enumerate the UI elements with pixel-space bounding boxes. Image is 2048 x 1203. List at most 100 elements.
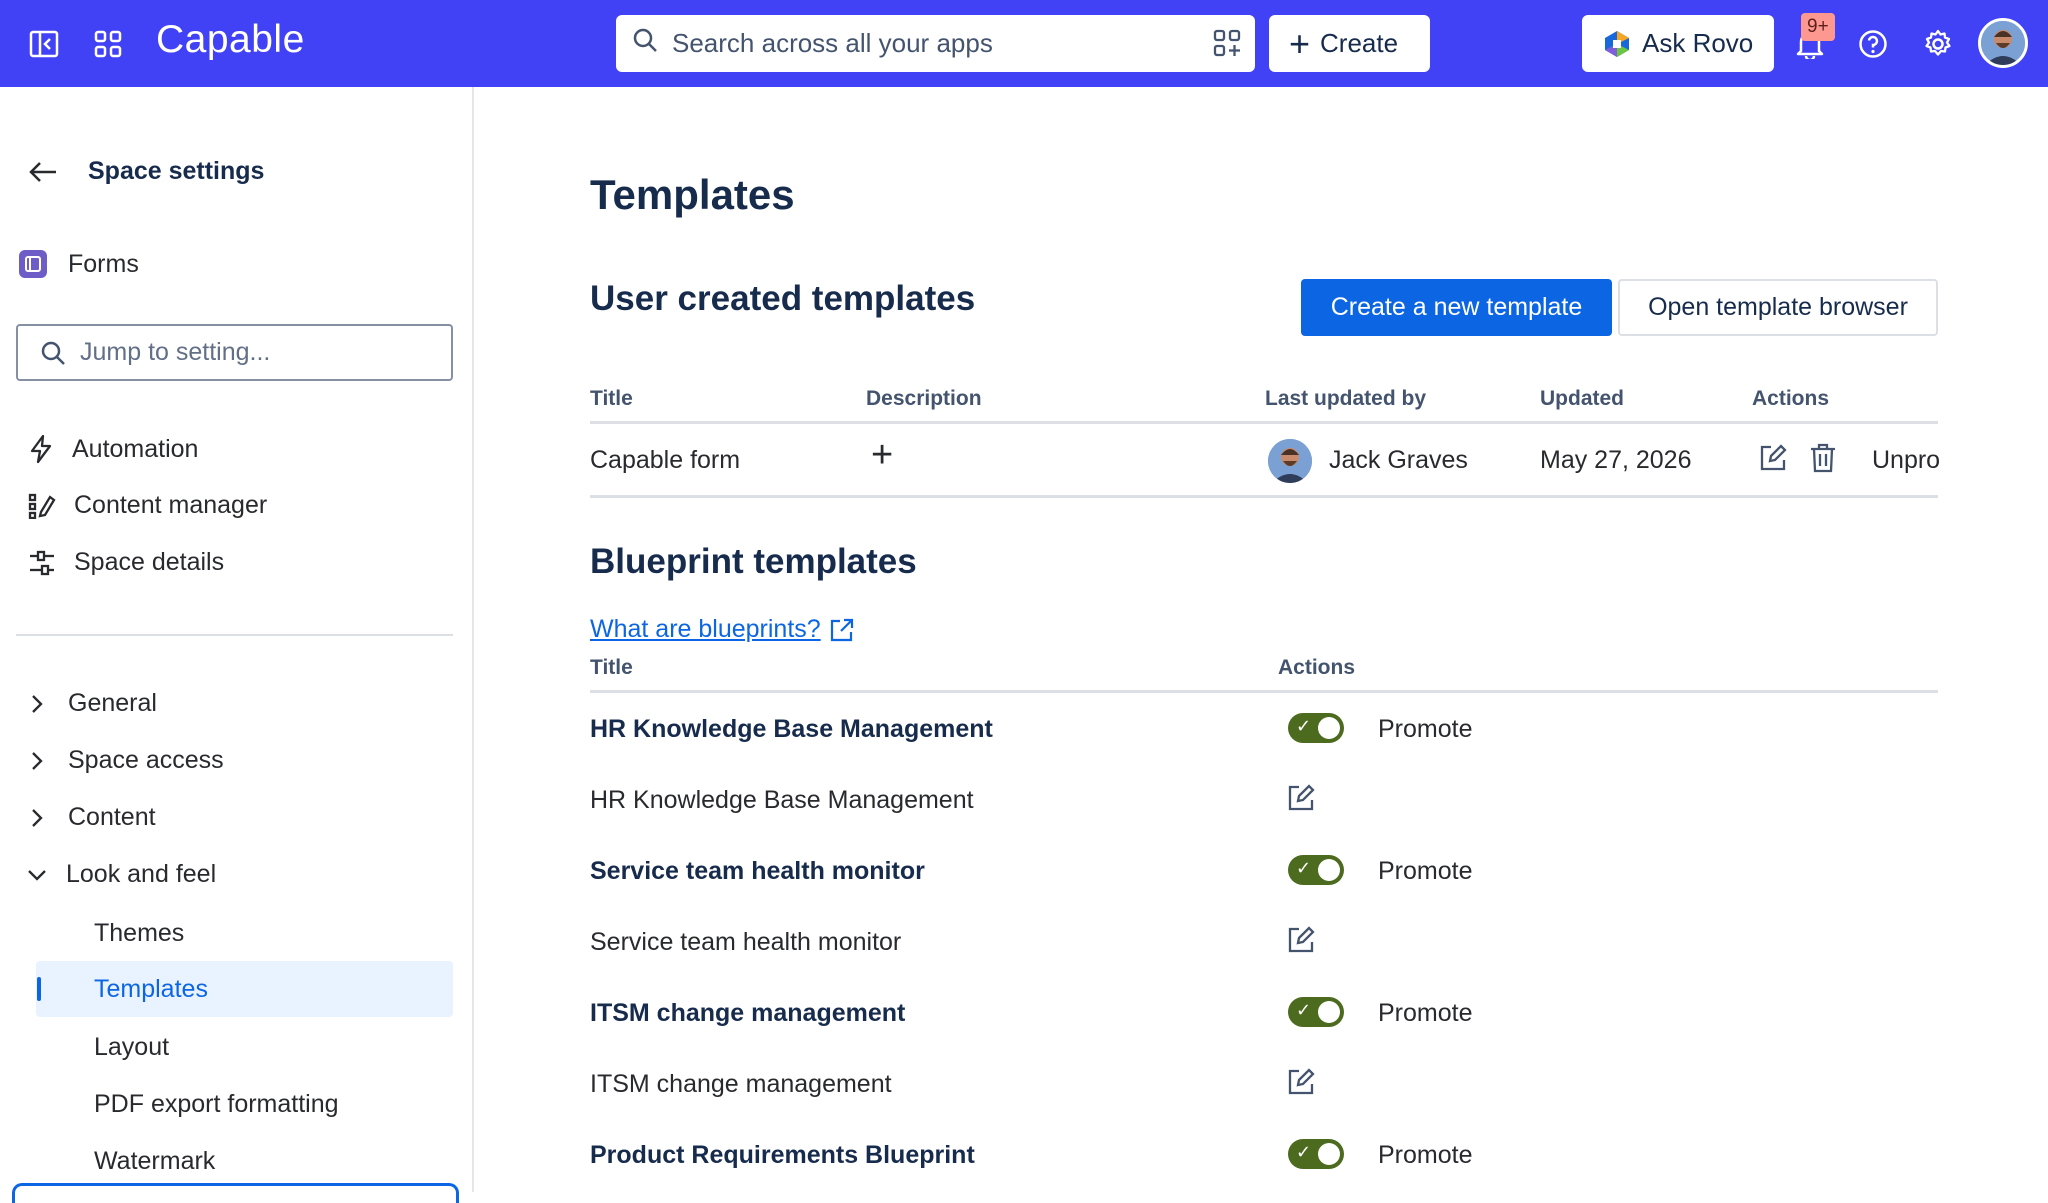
sidebar-group-space-access[interactable]: Space access <box>30 746 224 775</box>
promote-toggle[interactable]: ✓ <box>1288 713 1344 743</box>
content-manager-icon <box>28 493 56 519</box>
toggle-knob <box>1318 717 1340 739</box>
page-title: Templates <box>590 171 795 218</box>
column-header-actions: Actions <box>1278 656 1356 679</box>
forms-app-item[interactable]: Forms <box>18 249 139 279</box>
sidebar-item-label: Content manager <box>74 491 268 519</box>
settings-sidebar: Space settings Forms Jump to setting... … <box>0 87 474 1203</box>
unpromote-action[interactable]: Unpro <box>1872 446 1940 475</box>
sidebar-item-watermark[interactable]: Watermark <box>94 1147 215 1176</box>
add-description-plus-icon[interactable]: + <box>871 434 893 477</box>
promote-label: Promote <box>1378 999 1473 1027</box>
plus-icon: + <box>1289 22 1311 64</box>
edit-icon[interactable] <box>1286 783 1316 813</box>
sidebar-item-space-details[interactable]: Space details <box>28 548 224 577</box>
column-header-title[interactable]: Title <box>590 387 633 411</box>
lightning-icon <box>30 434 52 464</box>
promote-toggle[interactable]: ✓ <box>1288 1139 1344 1169</box>
check-icon: ✓ <box>1296 716 1312 736</box>
sidebar-item-automation[interactable]: Automation <box>28 434 198 464</box>
chevron-right-icon <box>32 808 43 827</box>
trash-icon[interactable] <box>1808 443 1838 473</box>
create-button[interactable]: + Create <box>1269 15 1430 72</box>
user-avatar[interactable] <box>1978 18 2028 68</box>
avatar <box>1268 439 1312 483</box>
table-header-divider <box>590 421 1938 424</box>
blueprint-title: HR Knowledge Base Management <box>590 715 993 743</box>
sidebar-item-layout[interactable]: Layout <box>94 1033 169 1062</box>
blueprint-title[interactable]: HR Knowledge Base Management <box>590 786 974 815</box>
blueprint-title[interactable]: ITSM change management <box>590 1070 892 1099</box>
arrow-left-icon <box>29 161 56 182</box>
sidebar-item-templates[interactable]: Templates <box>36 961 453 1017</box>
forms-app-icon <box>19 250 47 278</box>
app-switcher-icon[interactable] <box>88 24 128 64</box>
blueprint-title[interactable]: Service team health monitor <box>590 928 901 957</box>
blueprint-title: Service team health monitor <box>590 857 925 885</box>
edit-icon[interactable] <box>1286 925 1316 955</box>
sidebar-focused-item-edge <box>12 1183 459 1203</box>
apps-filter-icon[interactable] <box>1213 29 1241 64</box>
sidebar-item-label: Templates <box>94 975 208 1003</box>
jump-placeholder: Jump to setting... <box>80 338 271 366</box>
last-updated-by[interactable]: Jack Graves <box>1329 446 1468 475</box>
sidebar-group-content[interactable]: Content <box>30 803 156 832</box>
check-icon: ✓ <box>1296 1000 1312 1020</box>
back-to-space-settings[interactable]: Space settings <box>28 157 264 186</box>
jump-to-setting-input[interactable]: Jump to setting... <box>16 324 453 381</box>
ask-rovo-label: Ask Rovo <box>1642 28 1754 58</box>
search-icon <box>632 27 658 60</box>
gear-icon[interactable] <box>1918 24 1958 64</box>
chevron-right-icon <box>32 751 43 770</box>
blueprint-templates-heading: Blueprint templates <box>590 542 917 581</box>
edit-icon[interactable] <box>1758 443 1788 473</box>
sidebar-item-content-manager[interactable]: Content manager <box>28 491 267 520</box>
rovo-logo-icon <box>1605 30 1629 57</box>
table-header-divider <box>590 690 1938 693</box>
selected-indicator <box>37 977 41 1001</box>
sidebar-item-pdf-export-formatting[interactable]: PDF export formatting <box>94 1090 339 1119</box>
global-search-input[interactable]: Search across all your apps <box>616 15 1255 72</box>
column-header-actions: Actions <box>1752 387 1830 410</box>
promote-toggle[interactable]: ✓ <box>1288 855 1344 885</box>
promote-label: Promote <box>1378 1141 1473 1169</box>
sidebar-divider <box>16 634 453 636</box>
top-navigation-bar: Capable Search across all your apps + Cr… <box>0 0 2048 87</box>
toggle-knob <box>1318 1143 1340 1165</box>
sidebar-toggle-icon[interactable] <box>24 24 64 64</box>
promote-toggle[interactable]: ✓ <box>1288 997 1344 1027</box>
blueprint-title: Product Requirements Blueprint <box>590 1141 975 1169</box>
updated-date: May 27, 2026 <box>1540 446 1692 474</box>
sliders-icon <box>30 550 54 575</box>
chevron-right-icon <box>32 694 43 713</box>
notifications-badge: 9+ <box>1801 13 1835 41</box>
check-icon: ✓ <box>1296 1142 1312 1162</box>
what-are-blueprints-link[interactable]: What are blueprints? <box>590 615 855 644</box>
promote-label: Promote <box>1378 715 1473 743</box>
column-header-updated[interactable]: Updated <box>1540 387 1624 411</box>
template-title[interactable]: Capable form <box>590 446 740 475</box>
chevron-down-icon <box>28 869 46 881</box>
sidebar-group-label: Space access <box>68 746 224 774</box>
space-settings-heading: Space settings <box>88 157 265 185</box>
sidebar-item-label: Space details <box>74 548 225 576</box>
promote-label: Promote <box>1378 857 1473 885</box>
sidebar-item-themes[interactable]: Themes <box>94 919 184 948</box>
ask-rovo-button[interactable]: Ask Rovo <box>1582 15 1774 72</box>
column-header-last-updated-by[interactable]: Last updated by <box>1265 387 1426 411</box>
column-header-title: Title <box>590 656 633 679</box>
link-label: What are blueprints? <box>590 615 821 643</box>
create-button-label: Create <box>1320 28 1399 58</box>
table-row-divider <box>590 495 1938 498</box>
user-templates-heading: User created templates <box>590 279 976 318</box>
forms-app-label: Forms <box>68 249 139 278</box>
sidebar-group-general[interactable]: General <box>30 689 157 718</box>
help-icon[interactable] <box>1853 24 1893 64</box>
create-new-template-button[interactable]: Create a new template <box>1301 279 1612 336</box>
sidebar-group-label: Look and feel <box>66 860 217 888</box>
edit-icon[interactable] <box>1286 1067 1316 1097</box>
column-header-description[interactable]: Description <box>866 387 982 411</box>
open-template-browser-button[interactable]: Open template browser <box>1618 279 1938 336</box>
product-logo-text[interactable]: Capable <box>156 18 305 62</box>
sidebar-group-look-and-feel[interactable]: Look and feel <box>26 860 216 889</box>
